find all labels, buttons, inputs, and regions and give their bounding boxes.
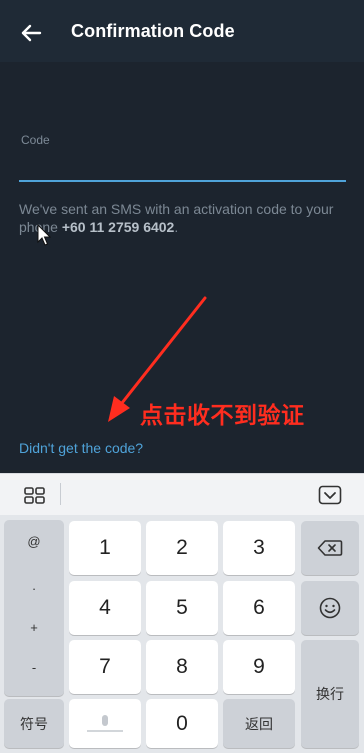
key-7[interactable]: 7 [69, 640, 141, 694]
mouse-cursor-icon [37, 224, 52, 246]
grid-menu-icon[interactable] [24, 487, 46, 505]
key-9[interactable]: 9 [223, 640, 295, 694]
key-3[interactable]: 3 [223, 521, 295, 575]
key-5[interactable]: 5 [146, 581, 218, 635]
page-title: Confirmation Code [71, 21, 235, 41]
key-6[interactable]: 6 [223, 581, 295, 635]
key-minus[interactable]: - [4, 660, 64, 675]
smiley-icon [319, 597, 341, 619]
didnt-get-code-link[interactable]: Didn't get the code? [19, 440, 143, 456]
microphone-icon [87, 714, 123, 732]
key-8[interactable]: 8 [146, 640, 218, 694]
keyboard-toolbar [0, 473, 364, 515]
backspace-icon [317, 540, 343, 556]
key-4[interactable]: 4 [69, 581, 141, 635]
key-dot[interactable]: . [4, 578, 64, 593]
back-arrow-icon[interactable] [16, 18, 46, 48]
phone-number: +60 11 2759 6402 [61, 219, 175, 235]
key-1[interactable]: 1 [69, 521, 141, 575]
backspace-key[interactable] [301, 521, 359, 575]
key-plus[interactable]: + [4, 620, 64, 635]
back-key[interactable]: 返回 [223, 699, 295, 748]
key-0[interactable]: 0 [146, 699, 218, 748]
symbols-key[interactable]: 符号 [4, 699, 64, 748]
voice-key[interactable] [69, 699, 141, 748]
sms-info-text: We've sent an SMS with an activation cod… [19, 201, 334, 235]
code-input[interactable] [19, 150, 346, 182]
toolbar-divider [60, 483, 61, 505]
emoji-key[interactable] [301, 581, 359, 635]
code-field-label: Code [21, 133, 50, 147]
annotation-label: 点击收不到验证 [140, 402, 305, 428]
key-at[interactable]: @ [4, 534, 64, 549]
hide-keyboard-icon[interactable] [318, 485, 342, 505]
newline-key[interactable]: 换行 [301, 640, 359, 748]
key-2[interactable]: 2 [146, 521, 218, 575]
